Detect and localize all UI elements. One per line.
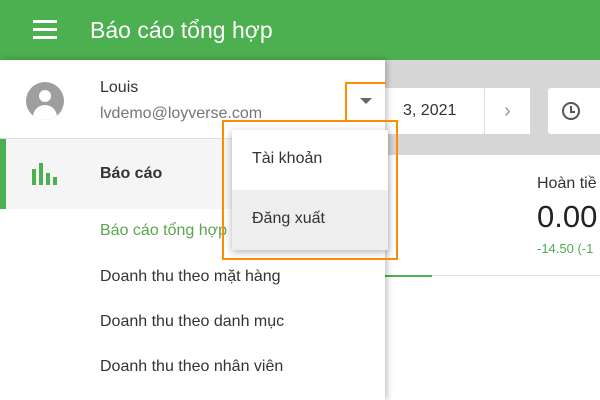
account-menu-button[interactable]: [347, 82, 385, 120]
menu-item-logout[interactable]: Đăng xuất: [232, 190, 388, 250]
user-name: Louis: [100, 79, 139, 96]
menu-item-account[interactable]: Tài khoản: [232, 130, 388, 190]
active-tab-indicator: [385, 275, 432, 277]
main-content: 3, 2021 › Hoàn tiề 0.00 -14.50 (-1: [385, 60, 600, 400]
account-dropdown-menu: Tài khoản Đăng xuất: [232, 130, 388, 250]
avatar-icon: [26, 82, 64, 120]
user-email: lvdemo@loyverse.com: [100, 105, 263, 122]
app-bar: Báo cáo tổng hợp: [0, 0, 600, 60]
time-filter-button[interactable]: [548, 88, 600, 134]
refunds-label: Hoàn tiề: [537, 175, 597, 192]
active-indicator: [0, 139, 6, 209]
hamburger-menu-icon[interactable]: [33, 20, 57, 40]
refunds-value: 0.00: [537, 199, 598, 234]
next-period-button[interactable]: ›: [484, 88, 530, 134]
refunds-delta: -14.50 (-1: [537, 241, 594, 256]
nav-subitem-sales-by-item[interactable]: Doanh thu theo mặt hàng: [100, 268, 281, 286]
menu-item-account-label: Tài khoản: [252, 150, 323, 167]
caret-down-icon: [360, 98, 372, 104]
menu-item-logout-label: Đăng xuất: [252, 210, 325, 227]
nav-subitem-sales-by-employee[interactable]: Doanh thu theo nhân viên: [100, 358, 283, 376]
bar-chart-icon: [32, 163, 58, 185]
page-title: Báo cáo tổng hợp: [90, 17, 273, 43]
summary-card: Hoàn tiề 0.00 -14.50 (-1: [385, 155, 600, 400]
date-range-text: 3, 2021: [403, 102, 457, 119]
date-range-picker[interactable]: 3, 2021: [385, 88, 485, 134]
nav-subitem-summary-report[interactable]: Báo cáo tổng hợp: [100, 222, 227, 240]
nav-item-reports-label: Báo cáo: [100, 165, 163, 182]
nav-subitem-sales-by-category[interactable]: Doanh thu theo danh mục: [100, 313, 284, 331]
clock-icon: [562, 102, 580, 120]
